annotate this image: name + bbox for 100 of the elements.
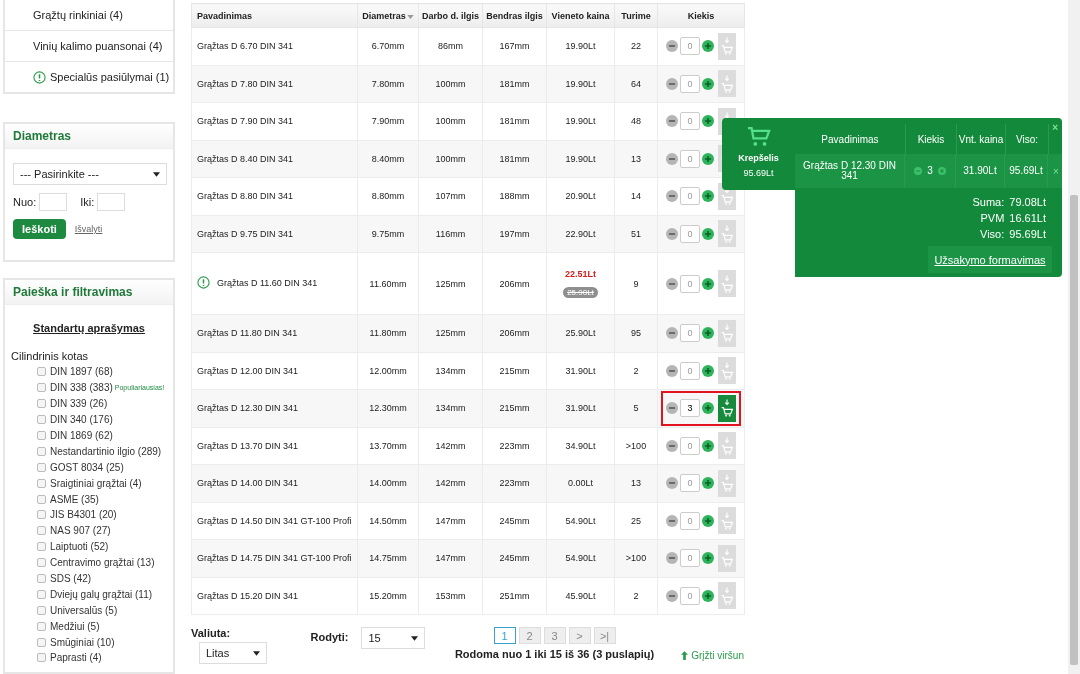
plus-icon[interactable] <box>702 514 714 527</box>
checkbox[interactable] <box>37 462 46 472</box>
plus-icon[interactable] <box>702 115 714 128</box>
minus-icon[interactable] <box>666 514 678 527</box>
column-header[interactable]: Diametras <box>357 3 419 28</box>
checkbox[interactable] <box>37 526 46 536</box>
plus-icon[interactable] <box>702 152 714 165</box>
diameter-select[interactable]: --- Pasirinkite --- <box>13 163 167 185</box>
minus-icon[interactable] <box>666 402 678 415</box>
option-label[interactable]: ASME (35) <box>50 493 99 505</box>
option-label[interactable]: Sraigtiniai grąžtai (4) <box>50 477 142 489</box>
minus-icon[interactable] <box>666 589 678 602</box>
checkbox[interactable] <box>37 478 46 488</box>
plus-icon[interactable] <box>702 477 714 490</box>
plus-icon[interactable] <box>702 227 714 240</box>
checkbox[interactable] <box>37 367 46 377</box>
option-label[interactable]: DIN 1869 (62) <box>50 430 113 441</box>
column-header[interactable]: Turime <box>614 3 658 28</box>
plus-icon[interactable] <box>702 327 714 340</box>
category-item[interactable]: Specialūs pasiūlymai (1) <box>5 61 173 92</box>
option-label[interactable]: DIN 1897 (68) <box>50 366 113 378</box>
checkbox[interactable] <box>37 605 46 615</box>
plus-icon[interactable] <box>702 40 714 53</box>
quantity-field[interactable]: 3 <box>680 399 700 418</box>
option-label[interactable]: Centravimo grąžtai (13) <box>50 557 155 569</box>
minus-icon[interactable] <box>666 227 678 240</box>
checkbox[interactable] <box>37 383 46 393</box>
minus-icon[interactable] <box>666 152 678 165</box>
plus-icon[interactable] <box>702 589 714 602</box>
product-name[interactable]: Grąžtas D 8.40 DIN 341 <box>197 153 294 164</box>
minus-icon[interactable] <box>666 327 678 340</box>
option-label[interactable]: DIN 338 (383) <box>50 382 113 394</box>
minus-icon[interactable] <box>666 77 678 90</box>
checkbox[interactable] <box>37 542 46 552</box>
option-label[interactable]: Paprasti (4) <box>50 652 102 664</box>
plus-icon[interactable] <box>702 277 714 290</box>
plus-icon[interactable] <box>702 77 714 90</box>
checkbox[interactable] <box>37 558 46 568</box>
search-button[interactable]: Ieškoti <box>13 219 66 239</box>
checkbox[interactable] <box>37 574 46 583</box>
option-label[interactable]: Dviejų galų grąžtai (11) <box>50 588 153 600</box>
checkbox[interactable] <box>37 446 46 456</box>
checkbox[interactable] <box>37 637 46 647</box>
product-name[interactable]: Grąžtas D 8.80 DIN 341 <box>197 191 294 202</box>
product-name[interactable]: Grąžtas D 12.00 DIN 341 <box>197 365 299 376</box>
minus-icon[interactable] <box>666 364 678 377</box>
product-name[interactable]: Grąžtas D 7.80 DIN 341 <box>197 78 294 89</box>
option-label[interactable]: Nestandartinio ilgio (289) <box>50 445 162 457</box>
plus-icon[interactable] <box>702 364 714 377</box>
option-label[interactable]: JIS B4301 (20) <box>50 509 117 521</box>
column-header[interactable]: Bendras ilgis <box>482 3 547 28</box>
minus-icon[interactable] <box>666 115 678 128</box>
product-name[interactable]: Grąžtas D 12.30 DIN 341 <box>197 403 299 414</box>
minus-icon[interactable] <box>666 477 678 490</box>
column-header[interactable]: Vieneto kaina <box>546 3 615 28</box>
minus-icon[interactable] <box>666 40 678 53</box>
cart-popup[interactable]: Krepšelis 95.69Lt <box>722 118 795 190</box>
option-label[interactable]: GOST 8034 (25) <box>50 461 124 473</box>
to-field[interactable] <box>97 193 126 211</box>
currency-select[interactable]: Litas <box>199 642 267 664</box>
back-to-top-link[interactable]: Grįžti viršun <box>681 650 744 661</box>
plus-icon[interactable] <box>702 402 714 415</box>
option-label[interactable]: Smūginiai (10) <box>50 636 115 648</box>
product-name[interactable]: Grąžtas D 15.20 DIN 341 <box>197 590 299 601</box>
checkbox[interactable] <box>37 653 46 663</box>
product-name[interactable]: Grąžtas D 11.80 DIN 341 <box>197 328 298 339</box>
checkbox[interactable] <box>37 621 46 631</box>
product-name[interactable]: Grąžtas D 9.75 DIN 341 <box>197 228 294 239</box>
page-size-select[interactable]: 15 <box>361 627 425 649</box>
sort-icon[interactable] <box>406 14 414 19</box>
product-name[interactable]: Grąžtas D 13.70 DIN 341 <box>197 440 299 451</box>
scrollbar[interactable] <box>1068 0 1080 674</box>
minus-icon[interactable] <box>666 277 678 290</box>
column-header[interactable]: Pavadinimas <box>191 3 358 28</box>
option-label[interactable]: NAS 907 (27) <box>50 525 111 537</box>
minus-icon[interactable] <box>666 552 678 565</box>
from-field[interactable] <box>39 193 68 211</box>
checkbox[interactable] <box>37 399 46 409</box>
product-name[interactable]: Grąžtas D 6.70 DIN 341 <box>197 41 294 52</box>
category-item[interactable]: Grąžtų rinkiniai (4) <box>5 0 173 30</box>
checkbox[interactable] <box>37 494 46 504</box>
minus-icon[interactable] <box>666 190 678 203</box>
plus-icon[interactable] <box>702 439 714 452</box>
option-label[interactable]: Medžiui (5) <box>50 620 100 632</box>
clear-link[interactable]: Išvalyti <box>74 224 103 234</box>
checkbox[interactable] <box>37 415 46 425</box>
option-label[interactable]: DIN 339 (26) <box>50 398 108 410</box>
option-label[interactable]: DIN 340 (176) <box>50 414 113 426</box>
product-name[interactable]: Grąžtas D 7.90 DIN 341 <box>197 116 294 127</box>
category-item[interactable]: Vinių kalimo puansonai (4) <box>5 30 173 61</box>
checkbox[interactable] <box>37 510 46 520</box>
standards-link[interactable]: Standartų aprašymas <box>33 322 145 334</box>
column-header[interactable]: Kiekis <box>657 3 745 28</box>
product-name[interactable]: Grąžtas D 14.00 DIN 341 <box>197 478 299 489</box>
minus-icon[interactable] <box>666 439 678 452</box>
option-label[interactable]: SDS (42) <box>50 573 92 584</box>
plus-icon[interactable] <box>702 190 714 203</box>
checkbox[interactable] <box>37 431 46 440</box>
add-to-cart-button[interactable] <box>718 394 736 422</box>
plus-icon[interactable] <box>702 552 714 565</box>
